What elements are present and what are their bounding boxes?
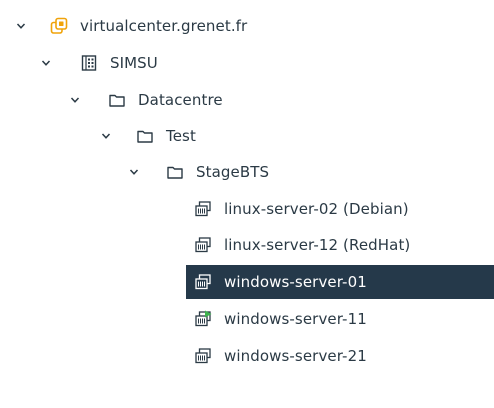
tree-node-datacentre[interactable]: Datacentre — [0, 83, 494, 117]
tree-node-vcenter[interactable]: virtualcenter.grenet.fr — [0, 9, 494, 43]
vm-icon — [194, 236, 212, 254]
tree-node-vm[interactable]: linux-server-02 (Debian) — [0, 192, 494, 226]
tree-node-stagebts[interactable]: StageBTS — [0, 155, 494, 189]
tree-node-label: Test — [166, 127, 196, 145]
tree-node-test[interactable]: Test — [0, 119, 494, 153]
folder-icon — [136, 127, 154, 145]
tree-node-label: windows-server-21 — [224, 347, 367, 365]
tree-node-label: windows-server-01 — [224, 273, 367, 291]
vm-running-icon — [194, 310, 212, 328]
chevron-down-icon[interactable] — [70, 95, 80, 105]
chevron-down-icon[interactable] — [41, 58, 51, 68]
chevron-down-icon[interactable] — [101, 131, 111, 141]
tree-node-label: StageBTS — [196, 163, 270, 181]
tree-node-label: linux-server-02 (Debian) — [224, 200, 409, 218]
tree-node-label: linux-server-12 (RedHat) — [224, 236, 411, 254]
vm-icon — [194, 347, 212, 365]
tree-node-simsu[interactable]: SIMSU — [0, 46, 494, 80]
building-icon — [80, 54, 98, 72]
tree-node-vm[interactable]: windows-server-21 — [0, 339, 494, 373]
chevron-down-icon[interactable] — [129, 167, 139, 177]
tree-node-label: Datacentre — [138, 91, 223, 109]
chevron-down-icon[interactable] — [16, 21, 26, 31]
tree-node-label: virtualcenter.grenet.fr — [80, 17, 248, 35]
vm-icon — [194, 200, 212, 218]
tree-node-label: SIMSU — [110, 54, 158, 72]
tree-node-vm[interactable]: linux-server-12 (RedHat) — [0, 228, 494, 262]
vm-icon — [194, 273, 212, 291]
folder-icon — [166, 163, 184, 181]
folder-icon — [108, 91, 126, 109]
tree-node-vm-selected[interactable]: windows-server-01 — [0, 265, 494, 299]
inventory-tree: virtualcenter.grenet.fr SIMSU Datacentre… — [0, 0, 494, 408]
tree-node-label: windows-server-11 — [224, 310, 367, 328]
vcenter-icon — [50, 17, 68, 35]
tree-node-vm[interactable]: windows-server-11 — [0, 302, 494, 336]
